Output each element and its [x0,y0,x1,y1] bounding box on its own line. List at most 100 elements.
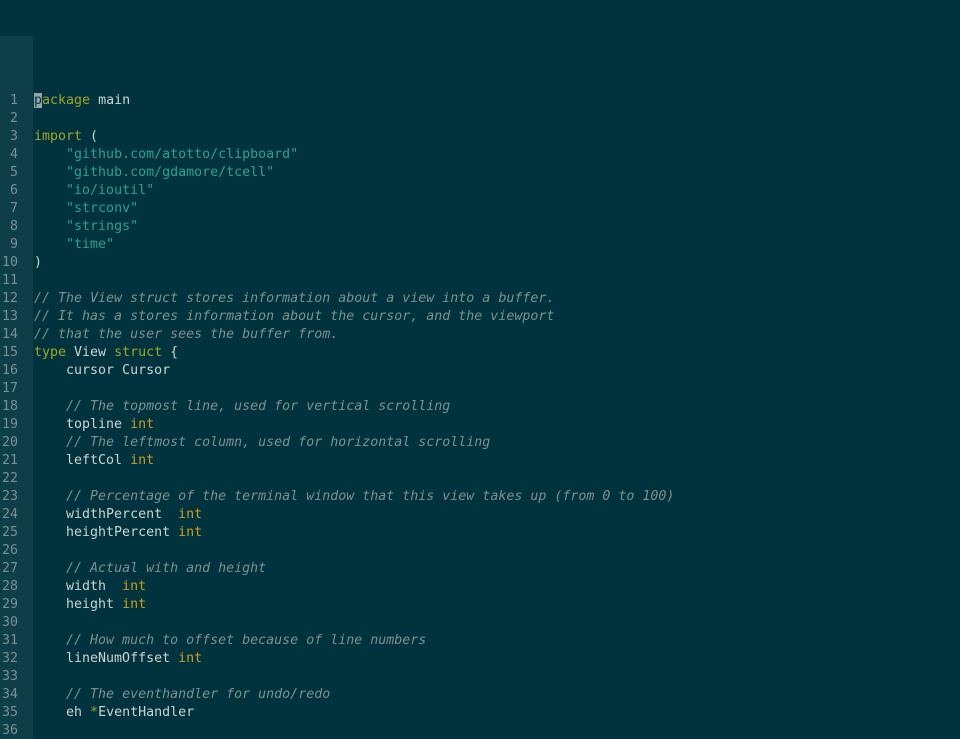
code-line[interactable]: 25 heightPercent int [0,524,960,542]
code-text: cursor Cursor [34,363,170,378]
code-line[interactable]: 12// The View struct stores information … [0,290,960,308]
line-number: 9 [0,236,33,254]
code-line[interactable]: 20 // The leftmost column, used for hori… [0,434,960,452]
line-number: 26 [0,542,33,560]
line-number: 10 [0,254,33,272]
text-editor-window: 1package main23import (4 "github.com/ato… [0,0,960,739]
line-number: 20 [0,434,33,452]
code-text: "github.com/atotto/clipboard" [34,147,298,162]
line-number: 28 [0,578,33,596]
line-number: 11 [0,272,33,290]
code-text: "github.com/gdamore/tcell" [34,165,274,180]
code-line[interactable]: 22 [0,470,960,488]
code-text: ) [34,255,42,270]
code-text: import ( [34,129,98,144]
text-cursor: p [34,93,42,108]
line-number: 3 [0,128,33,146]
code-line[interactable]: 34 // The eventhandler for undo/redo [0,686,960,704]
line-number: 36 [0,722,33,739]
line-number: 34 [0,686,33,704]
line-number: 6 [0,182,33,200]
code-line[interactable]: 24 widthPercent int [0,506,960,524]
code-text: // The leftmost column, used for horizon… [34,435,490,450]
code-text: topline int [34,417,154,432]
line-number: 25 [0,524,33,542]
line-number: 19 [0,416,33,434]
code-line[interactable]: 16 cursor Cursor [0,362,960,380]
code-line[interactable]: 15type View struct { [0,344,960,362]
line-number: 29 [0,596,33,614]
code-line[interactable]: 11 [0,272,960,290]
code-line[interactable]: 14// that the user sees the buffer from. [0,326,960,344]
line-number: 18 [0,398,33,416]
code-text: // Percentage of the terminal window tha… [34,489,674,504]
code-text: type View struct { [34,345,178,360]
code-text: leftCol int [34,453,154,468]
code-line[interactable]: 27 // Actual with and height [0,560,960,578]
code-text: width int [34,579,146,594]
code-text: // The topmost line, used for vertical s… [34,399,450,414]
code-line[interactable]: 6 "io/ioutil" [0,182,960,200]
code-text: widthPercent int [34,507,202,522]
line-number: 21 [0,452,33,470]
code-text: // It has a stores information about the… [34,309,554,324]
code-area[interactable]: 1package main23import (4 "github.com/ato… [0,36,960,739]
line-number: 14 [0,326,33,344]
code-line[interactable]: 23 // Percentage of the terminal window … [0,488,960,506]
code-line[interactable]: 21 leftCol int [0,452,960,470]
code-line[interactable]: 10) [0,254,960,272]
line-number: 33 [0,668,33,686]
code-line[interactable]: 36 [0,722,960,739]
code-line[interactable]: 9 "time" [0,236,960,254]
line-number: 23 [0,488,33,506]
code-text: eh *EventHandler [34,705,194,720]
line-number: 12 [0,290,33,308]
line-number: 31 [0,632,33,650]
code-text: "io/ioutil" [34,183,154,198]
code-line[interactable]: 4 "github.com/atotto/clipboard" [0,146,960,164]
code-text: // that the user sees the buffer from. [34,327,338,342]
line-number: 30 [0,614,33,632]
code-text: // The View struct stores information ab… [34,291,554,306]
line-number: 13 [0,308,33,326]
code-text: height int [34,597,146,612]
line-number: 32 [0,650,33,668]
code-line[interactable]: 7 "strconv" [0,200,960,218]
code-line[interactable]: 33 [0,668,960,686]
code-text: // The eventhandler for undo/redo [34,687,330,702]
line-number: 5 [0,164,33,182]
line-number: 24 [0,506,33,524]
code-line[interactable]: 2 [0,110,960,128]
line-number: 27 [0,560,33,578]
line-number: 4 [0,146,33,164]
code-line[interactable]: 31 // How much to offset because of line… [0,632,960,650]
code-text: heightPercent int [34,525,202,540]
code-text: "strings" [34,219,138,234]
code-line[interactable]: 5 "github.com/gdamore/tcell" [0,164,960,182]
line-number: 8 [0,218,33,236]
code-line[interactable]: 13// It has a stores information about t… [0,308,960,326]
line-number: 35 [0,704,33,722]
code-line[interactable]: 30 [0,614,960,632]
line-number: 16 [0,362,33,380]
line-number: 17 [0,380,33,398]
code-text: package main [34,93,130,108]
line-number: 7 [0,200,33,218]
line-number: 2 [0,110,33,128]
code-line[interactable]: 8 "strings" [0,218,960,236]
code-line[interactable]: 1package main [0,92,960,110]
code-line[interactable]: 18 // The topmost line, used for vertica… [0,398,960,416]
code-line[interactable]: 3import ( [0,128,960,146]
code-text: lineNumOffset int [34,651,202,666]
code-line[interactable]: 17 [0,380,960,398]
code-line[interactable]: 35 eh *EventHandler [0,704,960,722]
code-line[interactable]: 26 [0,542,960,560]
code-line[interactable]: 19 topline int [0,416,960,434]
code-line[interactable]: 28 width int [0,578,960,596]
code-text: "time" [34,237,114,252]
code-line[interactable]: 32 lineNumOffset int [0,650,960,668]
line-number: 15 [0,344,33,362]
code-text: "strconv" [34,201,138,216]
code-line[interactable]: 29 height int [0,596,960,614]
line-number: 1 [0,92,33,110]
